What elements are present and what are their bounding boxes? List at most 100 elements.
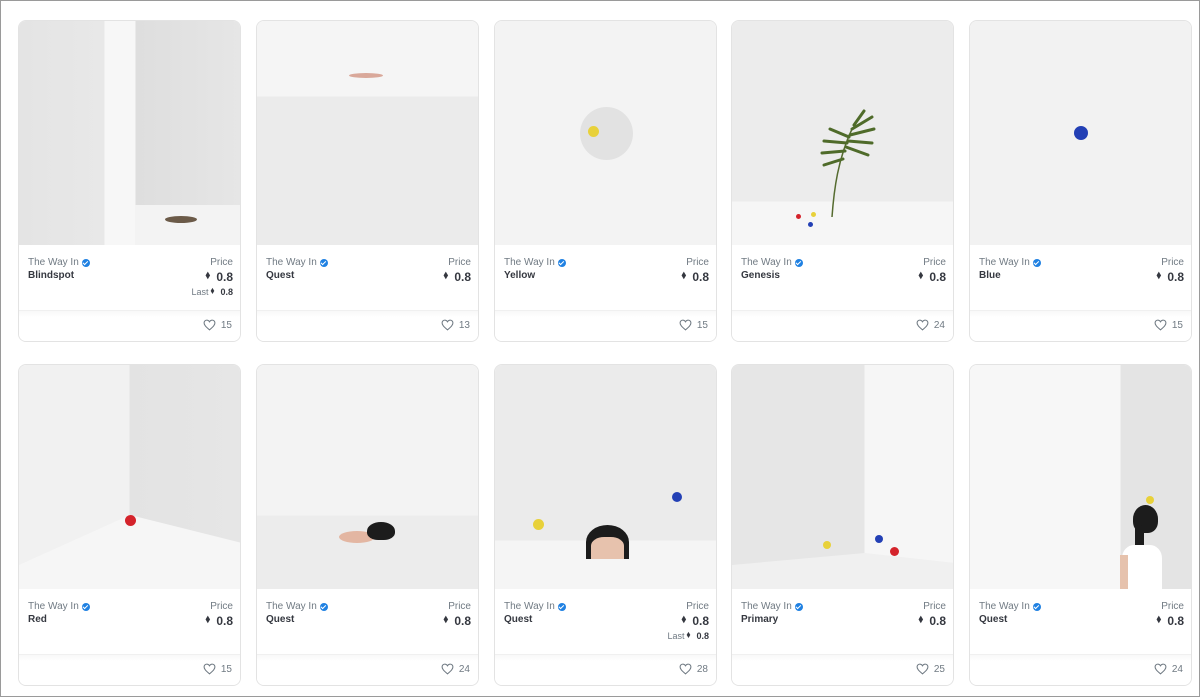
nft-artwork[interactable]: [495, 365, 716, 589]
nft-card[interactable]: The Way In Quest Price 0.8 24: [256, 364, 479, 686]
face: [591, 537, 624, 559]
heart-icon[interactable]: [916, 319, 929, 331]
blue-ball: [875, 535, 883, 543]
like-button[interactable]: 24: [441, 663, 470, 675]
collection-name[interactable]: The Way In: [266, 601, 328, 612]
like-button[interactable]: 25: [916, 663, 945, 675]
like-button[interactable]: 24: [916, 319, 945, 331]
price-label: Price: [448, 257, 471, 268]
like-button[interactable]: 15: [679, 319, 708, 331]
card-footer: 15: [970, 310, 1191, 341]
like-button[interactable]: 15: [203, 319, 232, 331]
last-label: Last: [191, 287, 209, 297]
price-value: 0.8: [919, 614, 946, 628]
heart-icon[interactable]: [679, 663, 692, 675]
nft-card[interactable]: The Way In Primary Price 0.8 25: [731, 364, 954, 686]
blue-ball: [1074, 126, 1088, 140]
like-count: 25: [933, 663, 945, 675]
nft-card[interactable]: The Way In Genesis Price 0.8 24: [731, 20, 954, 342]
nft-name[interactable]: Yellow: [504, 270, 535, 281]
collection-label[interactable]: The Way In: [979, 257, 1030, 268]
collection-name[interactable]: The Way In: [28, 257, 90, 268]
nft-name[interactable]: Blindspot: [28, 270, 74, 281]
collection-label[interactable]: The Way In: [504, 601, 555, 612]
nft-info: The Way In Red Price 0.8: [19, 589, 240, 655]
like-button[interactable]: 24: [1154, 663, 1183, 675]
verified-badge-icon: [319, 258, 328, 267]
red-ball: [125, 515, 136, 526]
price-label: Price: [1161, 257, 1184, 268]
head: [367, 522, 395, 540]
like-button[interactable]: 15: [1154, 319, 1183, 331]
heart-icon[interactable]: [1154, 663, 1167, 675]
heart-icon[interactable]: [1154, 319, 1167, 331]
collection-label[interactable]: The Way In: [28, 601, 79, 612]
collection-name[interactable]: The Way In: [979, 257, 1041, 268]
nft-name[interactable]: Quest: [266, 270, 294, 281]
price-amount: 0.8: [929, 270, 946, 284]
nft-artwork[interactable]: [19, 365, 240, 589]
yellow-ball: [823, 541, 831, 549]
collection-name[interactable]: The Way In: [741, 601, 803, 612]
collection-name[interactable]: The Way In: [266, 257, 328, 268]
collection-name[interactable]: The Way In: [979, 601, 1041, 612]
nft-card[interactable]: The Way In Yellow Price 0.8 15: [494, 20, 717, 342]
nft-artwork[interactable]: [495, 21, 716, 245]
heart-icon[interactable]: [203, 663, 216, 675]
collection-label[interactable]: The Way In: [266, 257, 317, 268]
last-amount: 0.8: [696, 631, 709, 641]
collection-label[interactable]: The Way In: [741, 601, 792, 612]
white-dress: [1122, 545, 1162, 589]
like-button[interactable]: 28: [679, 663, 708, 675]
collection-label[interactable]: The Way In: [504, 257, 555, 268]
collection-name[interactable]: The Way In: [504, 601, 566, 612]
like-button[interactable]: 15: [203, 663, 232, 675]
price-amount: 0.8: [216, 270, 233, 284]
heart-icon[interactable]: [916, 663, 929, 675]
nft-info: The Way In Quest Price 0.8: [970, 589, 1191, 655]
collection-label[interactable]: The Way In: [741, 257, 792, 268]
nft-artwork[interactable]: [970, 365, 1191, 589]
collection-name[interactable]: The Way In: [741, 257, 803, 268]
nft-name[interactable]: Genesis: [741, 270, 780, 281]
heart-icon[interactable]: [679, 319, 692, 331]
price-label: Price: [923, 601, 946, 612]
heart-icon[interactable]: [441, 319, 454, 331]
nft-artwork[interactable]: [970, 21, 1191, 245]
nft-name[interactable]: Blue: [979, 270, 1001, 281]
collection-name[interactable]: The Way In: [28, 601, 90, 612]
price-label: Price: [210, 601, 233, 612]
nft-card[interactable]: The Way In Quest Price 0.8 24: [969, 364, 1192, 686]
collection-label[interactable]: The Way In: [979, 601, 1030, 612]
heart-icon[interactable]: [203, 319, 216, 331]
nft-name[interactable]: Quest: [266, 614, 294, 625]
collection-label[interactable]: The Way In: [28, 257, 79, 268]
nft-artwork[interactable]: [732, 365, 953, 589]
card-footer: 13: [257, 310, 478, 341]
peek-figure: [349, 73, 383, 78]
like-button[interactable]: 13: [441, 319, 470, 331]
like-count: 15: [220, 663, 232, 675]
nft-card[interactable]: The Way In Blindspot Price 0.8 Last 0.8 1…: [18, 20, 241, 342]
verified-badge-icon: [794, 602, 803, 611]
nft-info: The Way In Yellow Price 0.8: [495, 245, 716, 311]
heart-icon[interactable]: [441, 663, 454, 675]
nft-name[interactable]: Quest: [979, 614, 1007, 625]
collection-name[interactable]: The Way In: [504, 257, 566, 268]
nft-name[interactable]: Primary: [741, 614, 778, 625]
nft-artwork[interactable]: [732, 21, 953, 245]
card-footer: 15: [19, 310, 240, 341]
verified-badge-icon: [319, 602, 328, 611]
nft-artwork[interactable]: [257, 21, 478, 245]
nft-card[interactable]: The Way In Blue Price 0.8 15: [969, 20, 1192, 342]
nft-artwork[interactable]: [257, 365, 478, 589]
nft-card[interactable]: The Way In Quest Price 0.8 Last 0.8 28: [494, 364, 717, 686]
nft-card[interactable]: The Way In Quest Price 0.8 13: [256, 20, 479, 342]
nft-card[interactable]: The Way In Red Price 0.8 15: [18, 364, 241, 686]
nft-artwork[interactable]: [19, 21, 240, 245]
verified-badge-icon: [794, 258, 803, 267]
nft-name[interactable]: Quest: [504, 614, 532, 625]
collection-label[interactable]: The Way In: [266, 601, 317, 612]
like-count: 24: [933, 319, 945, 331]
nft-name[interactable]: Red: [28, 614, 47, 625]
